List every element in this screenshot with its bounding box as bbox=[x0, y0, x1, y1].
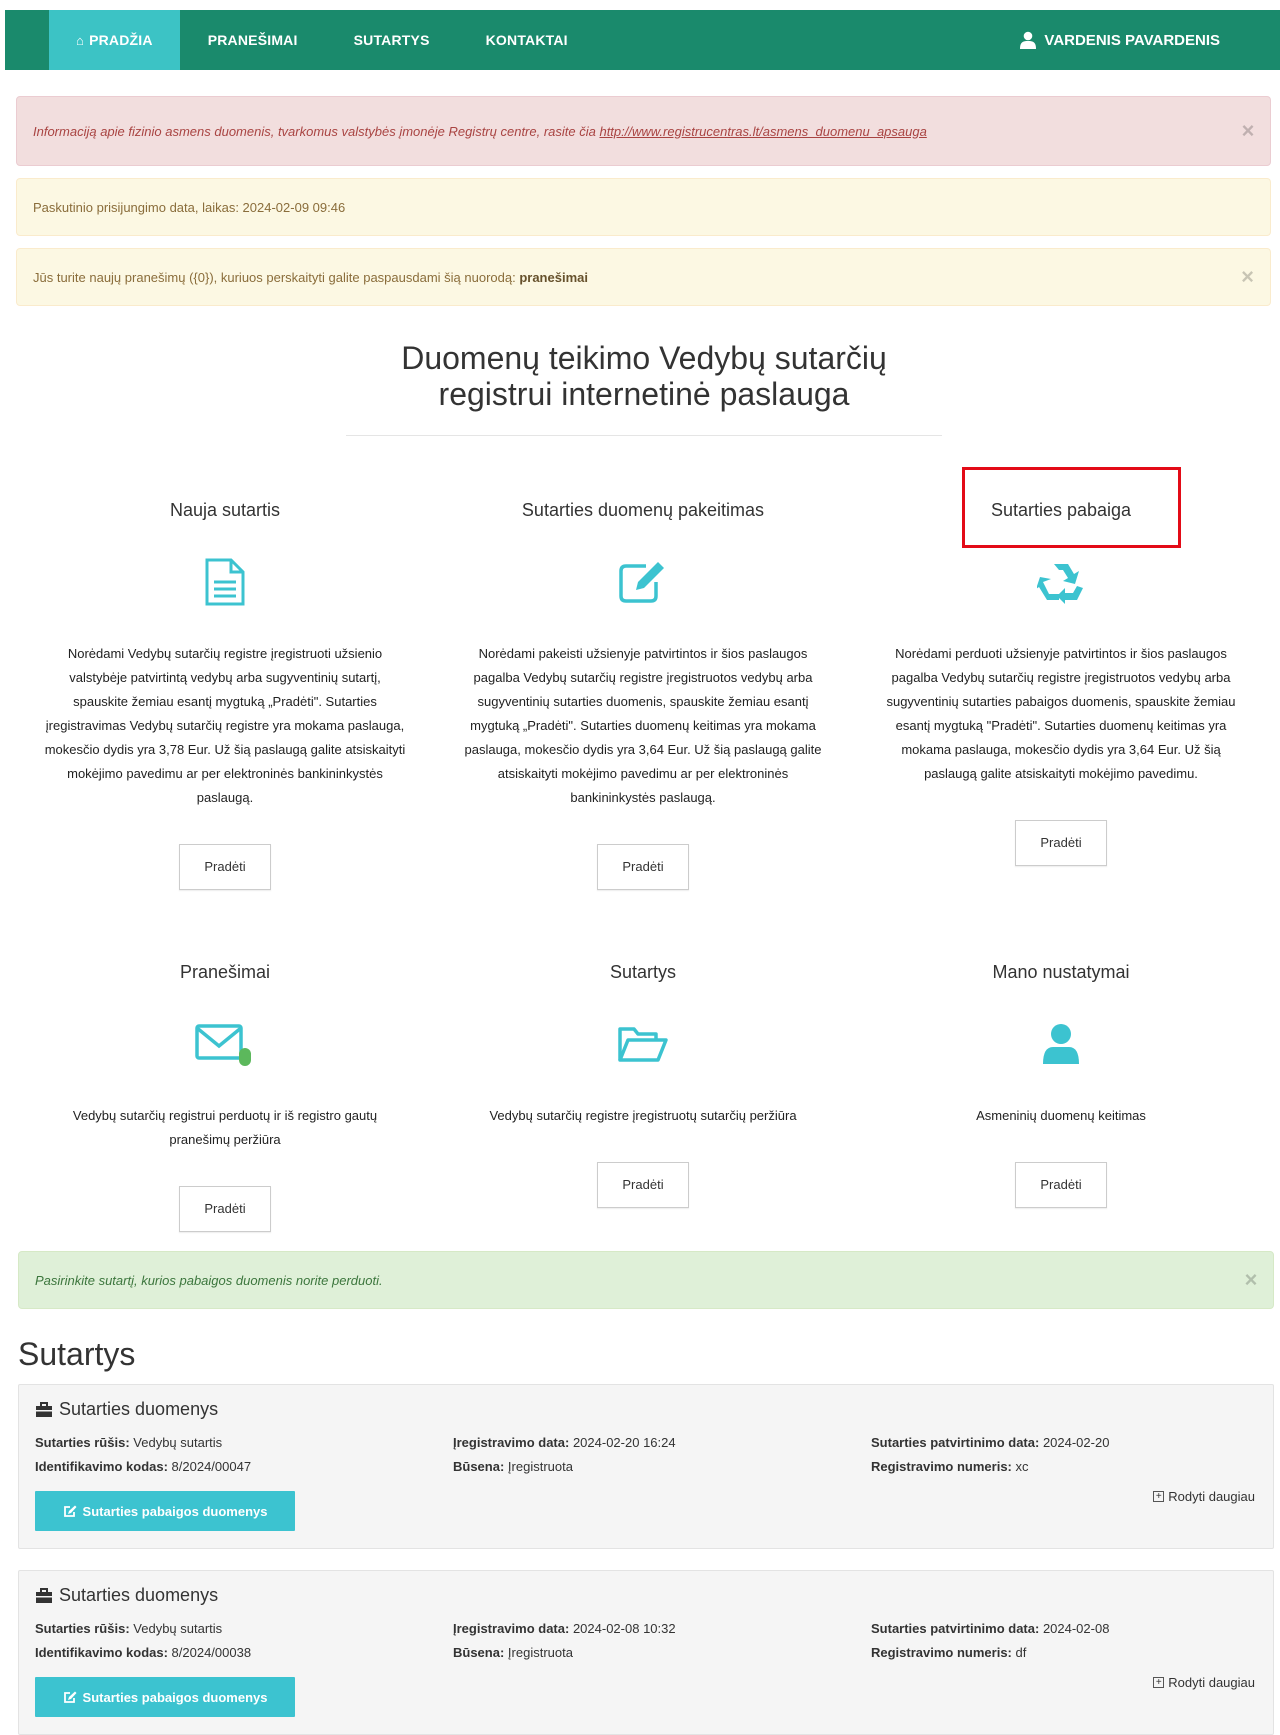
last-login-alert: Paskutinio prisijungimo data, laikas: 20… bbox=[16, 178, 1271, 236]
nav-item-label: PRADŽIA bbox=[89, 32, 153, 48]
contract-id-field: Identifikavimo kodas: 8/2024/00047 bbox=[35, 1459, 252, 1474]
recycle-icon bbox=[1037, 564, 1083, 604]
contract-type-field: Sutarties rūšis: Vedybų sutartis bbox=[35, 1435, 223, 1450]
nav-item-pradzia[interactable]: ⌂ PRADŽIA bbox=[49, 10, 180, 70]
close-icon[interactable]: × bbox=[1241, 120, 1254, 142]
new-messages-text: Jūs turite naujų pranešimų ({0}), kuriuo… bbox=[33, 269, 588, 285]
nav-item-pranesimai[interactable]: PRANEŠIMAI bbox=[180, 10, 326, 70]
card-description: Norėdami perduoti užsienyje patvirtintos… bbox=[886, 646, 1236, 781]
contract-panel: Sutarties duomenys Sutarties rūšis: Vedy… bbox=[18, 1570, 1274, 1735]
last-login-text: Paskutinio prisijungimo data, laikas: 20… bbox=[33, 199, 346, 215]
nav-item-kontaktai[interactable]: KONTAKTAI bbox=[458, 10, 596, 70]
card-description: Norėdami pakeisti užsienyje patvirtintos… bbox=[464, 646, 822, 805]
start-button[interactable]: Pradėti bbox=[1015, 820, 1107, 866]
nav-item-label: SUTARTYS bbox=[353, 32, 430, 48]
nav-user-menu[interactable]: VARDENIS PAVARDENIS bbox=[1020, 10, 1220, 70]
choose-contract-text: Pasirinkite sutartį, kurios pabaigos duo… bbox=[35, 1272, 383, 1288]
card-title: Pranešimai bbox=[179, 962, 271, 982]
plus-square-icon: + bbox=[1153, 1677, 1165, 1688]
card-description: Vedybų sutarčių registrui perduotų ir iš… bbox=[72, 1108, 378, 1147]
briefcase-icon bbox=[36, 1587, 52, 1603]
user-icon bbox=[1020, 31, 1037, 49]
user-menu[interactable]: VARDENIS PAVARDENIS bbox=[1020, 31, 1220, 49]
page-title: Duomenų teikimo Vedybų sutarčių registru… bbox=[401, 340, 887, 412]
contract-status-field: Būsena: Įregistruota bbox=[453, 1645, 573, 1660]
highlight-box bbox=[962, 467, 1181, 548]
contract-approve-date-field: Sutarties patvirtinimo data: 2024-02-08 bbox=[871, 1621, 1110, 1636]
service-card-pakeitimas: Sutarties duomenų pakeitimas Norėdami pa… bbox=[448, 496, 838, 890]
service-card-nauja-sutartis: Nauja sutartis Norėdami Vedybų sutarčių … bbox=[30, 496, 420, 890]
messages-link[interactable]: pranešimai bbox=[519, 270, 588, 285]
privacy-link[interactable]: http://www.registrucentras.lt/asmens_duo… bbox=[599, 124, 926, 139]
briefcase-icon bbox=[36, 1401, 52, 1417]
contracts-title: Sutartys bbox=[18, 1336, 136, 1372]
document-icon bbox=[205, 558, 245, 606]
close-icon[interactable]: × bbox=[1244, 1269, 1257, 1291]
card-title: Sutartys bbox=[609, 962, 677, 982]
new-messages-alert: Jūs turite naujų pranešimų ({0}), kuriuo… bbox=[16, 248, 1271, 306]
card-title: Mano nustatymai bbox=[992, 962, 1130, 982]
contract-status-field: Būsena: Įregistruota bbox=[453, 1459, 573, 1474]
contract-header: Sutarties duomenys bbox=[35, 1399, 218, 1420]
plus-square-icon: + bbox=[1153, 1491, 1165, 1502]
start-button[interactable]: Pradėti bbox=[597, 844, 689, 890]
nav-item-sutartys[interactable]: SUTARTYS bbox=[326, 10, 458, 70]
privacy-alert: Informaciją apie fizinio asmens duomenis… bbox=[16, 96, 1271, 166]
contract-header: Sutarties duomenys bbox=[35, 1585, 218, 1606]
nav-menu: ⌂ PRADŽIA PRANEŠIMAI SUTARTYS KONTAKTAI bbox=[49, 10, 596, 70]
edit-icon bbox=[63, 1691, 77, 1703]
card-title: Nauja sutartis bbox=[169, 500, 281, 520]
edit-icon bbox=[619, 562, 664, 603]
show-more-link[interactable]: + Rodyti daugiau bbox=[1153, 1489, 1255, 1504]
nav-item-label: KONTAKTAI bbox=[485, 32, 568, 48]
card-title: Sutarties duomenų pakeitimas bbox=[521, 500, 765, 520]
edit-icon bbox=[63, 1505, 77, 1517]
contract-end-data-button[interactable]: Sutarties pabaigos duomenys bbox=[35, 1491, 295, 1531]
service-card-pabaiga: Sutarties pabaiga Norėdami perduoti užsi… bbox=[866, 496, 1256, 866]
contract-end-data-button[interactable]: Sutarties pabaigos duomenys bbox=[35, 1677, 295, 1717]
user-icon bbox=[1043, 1024, 1079, 1064]
folder-open-icon bbox=[618, 1027, 668, 1062]
card-description: Asmeninių duomenų keitimas bbox=[976, 1108, 1146, 1123]
contract-id-field: Identifikavimo kodas: 8/2024/00038 bbox=[35, 1645, 252, 1660]
contract-reg-date-field: Įregistravimo data: 2024-02-08 10:32 bbox=[453, 1621, 676, 1636]
nav-item-label: PRANEŠIMAI bbox=[207, 32, 298, 48]
service-card-sutartys: Sutartys Vedybų sutarčių registre įregis… bbox=[448, 958, 838, 1208]
start-button[interactable]: Pradėti bbox=[179, 1186, 271, 1232]
home-icon: ⌂ bbox=[76, 32, 85, 48]
contract-reg-number-field: Registravimo numeris: df bbox=[871, 1645, 1027, 1660]
choose-contract-alert: Pasirinkite sutartį, kurios pabaigos duo… bbox=[18, 1251, 1274, 1309]
start-button[interactable]: Pradėti bbox=[1015, 1162, 1107, 1208]
envelope-icon bbox=[195, 1024, 251, 1066]
close-icon[interactable]: × bbox=[1241, 266, 1254, 288]
service-card-nustatymai: Mano nustatymai Asmeninių duomenų keitim… bbox=[866, 958, 1256, 1208]
service-card-pranesimai: Pranešimai Vedybų sutarčių registrui per… bbox=[30, 958, 420, 1232]
privacy-alert-text: Informaciją apie fizinio asmens duomenis… bbox=[33, 123, 927, 139]
start-button[interactable]: Pradėti bbox=[597, 1162, 689, 1208]
contract-approve-date-field: Sutarties patvirtinimo data: 2024-02-20 bbox=[871, 1435, 1110, 1450]
contract-reg-date-field: Įregistravimo data: 2024-02-20 16:24 bbox=[453, 1435, 676, 1450]
card-description: Vedybų sutarčių registre įregistruotų su… bbox=[489, 1108, 797, 1123]
user-name: VARDENIS PAVARDENIS bbox=[1044, 31, 1220, 49]
top-navbar: ⌂ PRADŽIA PRANEŠIMAI SUTARTYS KONTAKTAI … bbox=[5, 10, 1280, 70]
show-more-link[interactable]: + Rodyti daugiau bbox=[1153, 1675, 1255, 1690]
title-divider bbox=[346, 435, 942, 436]
contract-type-field: Sutarties rūšis: Vedybų sutartis bbox=[35, 1621, 223, 1636]
contract-panel: Sutarties duomenys Sutarties rūšis: Vedy… bbox=[18, 1384, 1274, 1549]
start-button[interactable]: Pradėti bbox=[179, 844, 271, 890]
card-description: Norėdami Vedybų sutarčių registre įregis… bbox=[44, 646, 406, 805]
contract-reg-number-field: Registravimo numeris: xc bbox=[871, 1459, 1029, 1474]
